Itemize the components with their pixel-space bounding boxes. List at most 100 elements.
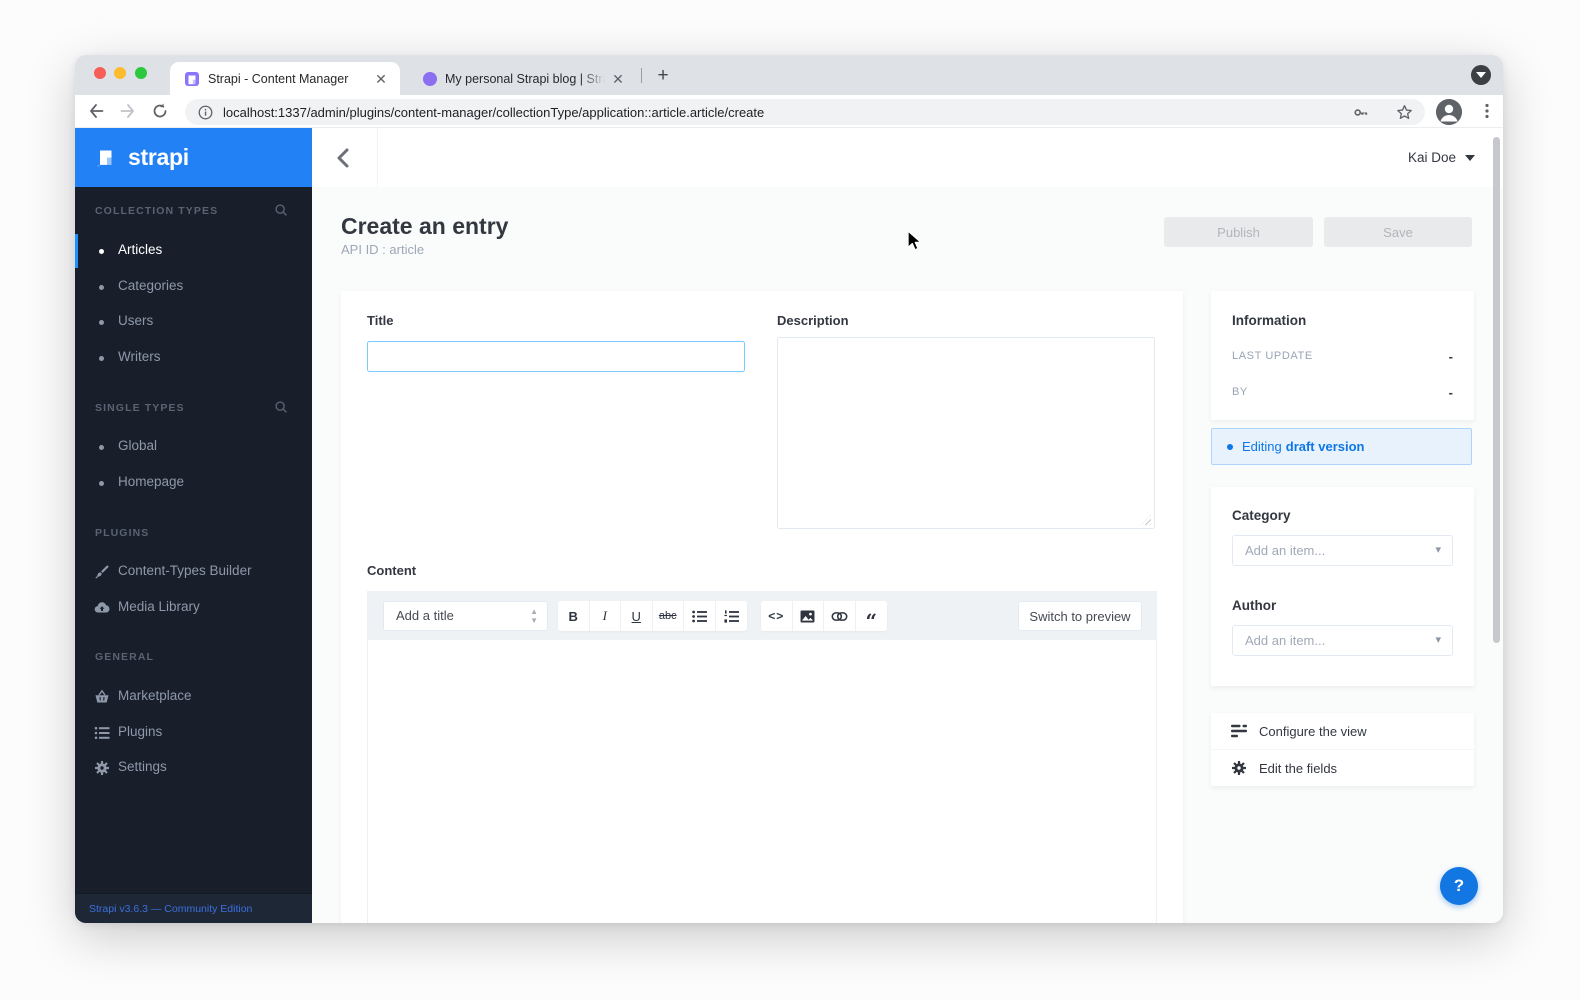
sidebar-item-articles[interactable]: Articles	[75, 241, 312, 263]
image-button[interactable]	[792, 601, 824, 631]
left-menu: strapi COLLECTION TYPES Articles Categor…	[75, 128, 312, 923]
back-chevron-icon[interactable]	[330, 145, 358, 171]
tab-close-icon[interactable]: ✕	[609, 70, 627, 88]
tab-personal-blog[interactable]: My personal Strapi blog | Strap ✕	[407, 62, 637, 95]
browser-profile-avatar[interactable]	[1436, 99, 1462, 125]
title-field-label: Title	[367, 313, 394, 328]
url-text: localhost:1337/admin/plugins/content-man…	[223, 104, 765, 120]
sidebar-item-plugins[interactable]: Plugins	[75, 723, 312, 745]
strikethrough-button[interactable]: abc	[652, 601, 684, 631]
tab-search-button[interactable]	[1471, 65, 1491, 85]
ordered-list-button[interactable]	[715, 601, 747, 631]
minimize-window-button[interactable]	[114, 67, 126, 79]
unordered-list-button[interactable]	[684, 601, 716, 631]
wysiwyg-editor: Add a title ▲ ▼ B I U abc <> “ Switch to…	[367, 591, 1157, 923]
relations-card: Category Add an item... ▾ Author Add an …	[1211, 487, 1474, 686]
format-button-group: B I U abc	[558, 601, 747, 631]
search-icon[interactable]	[274, 203, 288, 217]
bullet-icon	[99, 320, 104, 325]
tab-title: Strapi - Content Manager	[208, 71, 368, 86]
address-bar[interactable]: localhost:1337/admin/plugins/content-man…	[185, 99, 1425, 125]
back-icon[interactable]	[87, 102, 105, 120]
information-title: Information	[1232, 313, 1307, 328]
caret-down-icon	[1465, 154, 1475, 161]
editor-body[interactable]	[368, 640, 1156, 923]
bookmark-star-icon[interactable]	[1396, 104, 1413, 121]
ordered-list-icon	[724, 609, 739, 623]
bullet-icon	[99, 445, 104, 450]
quote-button[interactable]: “	[855, 601, 887, 631]
section-collection-types: COLLECTION TYPES	[95, 205, 219, 217]
close-window-button[interactable]	[94, 67, 106, 79]
person-icon	[1436, 99, 1462, 125]
password-key-icon[interactable]	[1353, 104, 1370, 121]
configure-view-link[interactable]: Configure the view	[1211, 713, 1474, 749]
sidebar-item-homepage[interactable]: Homepage	[75, 473, 312, 495]
by-label: BY	[1232, 386, 1248, 398]
sidebar-item-categories[interactable]: Categories	[75, 277, 312, 299]
save-button[interactable]: Save	[1324, 217, 1472, 247]
last-update-label: LAST UPDATE	[1232, 350, 1313, 362]
unordered-list-icon	[691, 610, 707, 622]
publish-button[interactable]: Publish	[1164, 217, 1313, 247]
cloud-upload-icon	[94, 602, 110, 613]
description-textarea[interactable]	[777, 337, 1155, 529]
reload-icon[interactable]	[151, 102, 169, 120]
bold-button[interactable]: B	[558, 601, 590, 631]
author-select[interactable]: Add an item... ▾	[1232, 625, 1453, 656]
search-icon[interactable]	[274, 400, 288, 414]
strapi-version-footer[interactable]: Strapi v3.6.3 — Community Edition	[75, 893, 312, 923]
sidebar-item-media-library[interactable]: Media Library	[75, 598, 312, 620]
title-input[interactable]	[367, 341, 745, 372]
blog-favicon-icon	[423, 71, 437, 86]
topbar-divider	[377, 128, 378, 187]
zoom-window-button[interactable]	[135, 67, 147, 79]
category-select[interactable]: Add an item... ▾	[1232, 535, 1453, 566]
italic-button[interactable]: I	[589, 601, 621, 631]
strapi-logo-text: strapi	[128, 144, 189, 170]
tab-strapi-content-manager[interactable]: Strapi - Content Manager ✕	[170, 62, 400, 95]
sidebar-item-content-types-builder[interactable]: Content-Types Builder	[75, 562, 312, 584]
site-info-icon[interactable]	[198, 105, 213, 120]
strapi-favicon-icon	[185, 71, 199, 86]
page-subtitle: API ID : article	[341, 242, 425, 257]
entry-form-card: Title Description Content Add a title ▲ ▼…	[341, 291, 1183, 923]
category-label: Category	[1232, 508, 1291, 523]
underline-button[interactable]: U	[621, 601, 653, 631]
tab-close-icon[interactable]: ✕	[372, 70, 390, 88]
section-general: GENERAL	[95, 651, 155, 663]
browser-menu-icon[interactable]	[1479, 102, 1495, 120]
editor-toolbar: Add a title ▲ ▼ B I U abc <> “ Switch to…	[368, 592, 1156, 640]
description-field-label: Description	[777, 313, 849, 328]
bullet-icon	[99, 481, 104, 486]
new-tab-button[interactable]: +	[652, 65, 674, 87]
draft-dot-icon	[1227, 443, 1233, 450]
sidebar-item-marketplace[interactable]: Marketplace	[75, 687, 312, 709]
basket-icon	[95, 689, 109, 703]
draft-bold: draft version	[1285, 439, 1365, 454]
code-button[interactable]: <>	[761, 601, 793, 631]
link-button[interactable]	[824, 601, 856, 631]
draft-version-banner: Editing draft version	[1211, 428, 1472, 465]
section-single-types: SINGLE TYPES	[95, 402, 185, 414]
help-button[interactable]: ?	[1440, 867, 1478, 905]
image-icon	[800, 609, 815, 623]
configure-view-icon	[1231, 724, 1247, 738]
sidebar-item-writers[interactable]: Writers	[75, 348, 312, 370]
sidebar-item-global[interactable]: Global	[75, 437, 312, 459]
sidebar-item-users[interactable]: Users	[75, 312, 312, 334]
sidebar-item-settings[interactable]: Settings	[75, 758, 312, 780]
link-icon	[831, 611, 848, 621]
strapi-logo-header[interactable]: strapi	[75, 128, 312, 187]
vertical-scrollbar[interactable]	[1493, 137, 1500, 643]
heading-select[interactable]: Add a title ▲ ▼	[383, 601, 548, 631]
admin-top-bar: Kai Doe	[312, 128, 1503, 187]
select-stepper-icon: ▲ ▼	[530, 607, 538, 625]
bullet-icon	[99, 249, 104, 254]
forward-icon[interactable]	[119, 102, 137, 120]
switch-to-preview-button[interactable]: Switch to preview	[1018, 601, 1142, 631]
chevron-down-icon	[1476, 72, 1486, 78]
edit-fields-link[interactable]: Edit the fields	[1211, 750, 1474, 786]
list-icon	[94, 726, 110, 740]
user-menu[interactable]: Kai Doe	[1408, 128, 1475, 187]
